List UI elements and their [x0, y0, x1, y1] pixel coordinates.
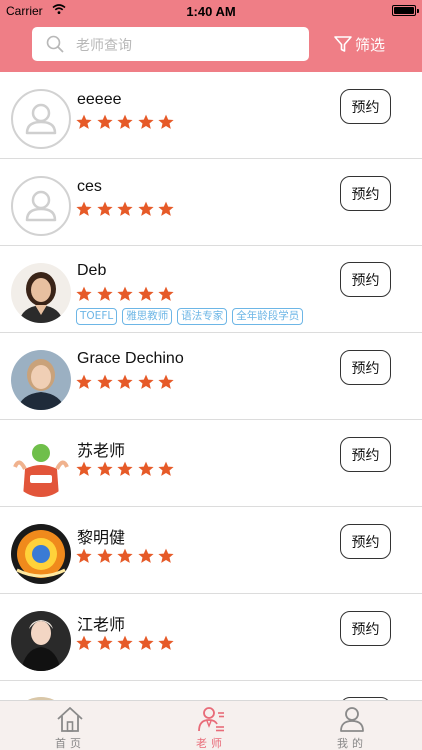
- star-icon: [137, 201, 154, 216]
- tab-home[interactable]: 首页: [0, 701, 140, 750]
- rating-stars: [76, 635, 179, 651]
- filter-button[interactable]: 筛选: [333, 32, 385, 56]
- teacher-name: 黎明健: [77, 530, 126, 547]
- star-icon: [137, 548, 154, 563]
- tab-label: 我的: [337, 737, 367, 750]
- teacher-name: 苏老师: [77, 443, 126, 460]
- teacher-icon: [198, 707, 224, 732]
- teacher-name: ces: [77, 178, 102, 195]
- search-icon: [46, 35, 64, 53]
- avatar-placeholder-icon: [11, 89, 71, 149]
- teacher-row-partial[interactable]: [0, 681, 422, 700]
- avatar: [11, 524, 71, 584]
- star-icon: [117, 461, 133, 476]
- star-icon: [76, 461, 92, 476]
- star-icon: [158, 114, 174, 129]
- filter-icon: [334, 36, 352, 52]
- teacher-name: 江老师: [77, 617, 126, 634]
- star-icon: [76, 374, 92, 389]
- star-icon: [117, 635, 133, 650]
- star-icon: [96, 374, 113, 389]
- teacher-row[interactable]: 江老师 预约: [0, 594, 422, 681]
- header-bar: Carrier 1:40 AM 老师查询 筛选: [0, 0, 422, 72]
- user-icon: [340, 707, 364, 732]
- teacher-row[interactable]: ces 预约: [0, 159, 422, 246]
- teacher-list: eeeee 预约 ces 预约 Deb TOEFL 雅思教师 语法专家 全年龄段…: [0, 72, 422, 700]
- book-button[interactable]: 预约: [340, 437, 391, 472]
- tab-mine[interactable]: 我的: [282, 701, 422, 750]
- search-input[interactable]: 老师查询: [32, 27, 309, 61]
- book-button[interactable]: 预约: [340, 176, 391, 211]
- star-icon: [96, 286, 113, 301]
- rating-stars: [76, 548, 179, 564]
- star-icon: [117, 548, 133, 563]
- star-icon: [137, 286, 154, 301]
- star-icon: [137, 374, 154, 389]
- star-icon: [117, 374, 133, 389]
- avatar: [11, 611, 71, 671]
- home-icon: [57, 707, 83, 732]
- search-placeholder: 老师查询: [76, 38, 132, 54]
- book-button[interactable]: 预约: [340, 89, 391, 124]
- star-icon: [158, 635, 174, 650]
- star-icon: [76, 635, 92, 650]
- star-icon: [76, 114, 92, 129]
- rating-stars: [76, 286, 179, 302]
- star-icon: [158, 286, 174, 301]
- tab-label: 首页: [55, 737, 85, 750]
- teacher-name: Grace Dechino: [77, 350, 184, 367]
- battery-icon: [392, 5, 419, 16]
- teacher-row[interactable]: Grace Dechino 预约: [0, 333, 422, 420]
- tag-badge: 雅思教师: [122, 308, 173, 325]
- rating-stars: [76, 374, 179, 390]
- avatar: [11, 350, 71, 410]
- star-icon: [76, 286, 92, 301]
- tab-teacher[interactable]: 老师: [141, 701, 281, 750]
- tag-badge: 语法专家: [177, 308, 228, 325]
- star-icon: [158, 461, 174, 476]
- star-icon: [76, 548, 92, 563]
- star-icon: [117, 114, 133, 129]
- teacher-name: eeeee: [77, 91, 122, 108]
- star-icon: [96, 548, 113, 563]
- clock-label: 1:40 AM: [186, 4, 236, 19]
- book-button[interactable]: 预约: [340, 350, 391, 385]
- filter-label: 筛选: [355, 35, 386, 54]
- rating-stars: [76, 201, 179, 217]
- star-icon: [96, 201, 113, 216]
- star-icon: [96, 114, 113, 129]
- teacher-row[interactable]: Deb TOEFL 雅思教师 语法专家 全年龄段学员 预约: [0, 246, 422, 333]
- tag-badge: TOEFL: [76, 308, 118, 325]
- teacher-name: Deb: [77, 262, 107, 279]
- tab-bar: 首页 老师 我的: [0, 700, 422, 750]
- star-icon: [117, 286, 133, 301]
- book-button[interactable]: 预约: [340, 524, 391, 559]
- teacher-row[interactable]: 黎明健 预约: [0, 507, 422, 594]
- avatar-placeholder-icon: [11, 176, 71, 236]
- rating-stars: [76, 114, 179, 130]
- star-icon: [158, 201, 174, 216]
- star-icon: [96, 635, 113, 650]
- avatar: [11, 263, 71, 323]
- book-button[interactable]: 预约: [340, 262, 391, 297]
- star-icon: [137, 635, 154, 650]
- tab-label: 老师: [196, 737, 226, 750]
- avatar: [11, 437, 71, 497]
- star-icon: [117, 201, 133, 216]
- status-bar: Carrier 1:40 AM: [0, 0, 422, 22]
- teacher-row[interactable]: 苏老师 预约: [0, 420, 422, 507]
- star-icon: [96, 461, 113, 476]
- star-icon: [158, 548, 174, 563]
- teacher-row[interactable]: eeeee 预约: [0, 72, 422, 159]
- tag-list: TOEFL 雅思教师 语法专家 全年龄段学员: [76, 308, 308, 325]
- book-button[interactable]: 预约: [340, 611, 391, 646]
- star-icon: [76, 201, 92, 216]
- star-icon: [158, 374, 174, 389]
- star-icon: [137, 461, 154, 476]
- tag-badge: 全年龄段学员: [232, 308, 304, 325]
- rating-stars: [76, 461, 179, 477]
- star-icon: [137, 114, 154, 129]
